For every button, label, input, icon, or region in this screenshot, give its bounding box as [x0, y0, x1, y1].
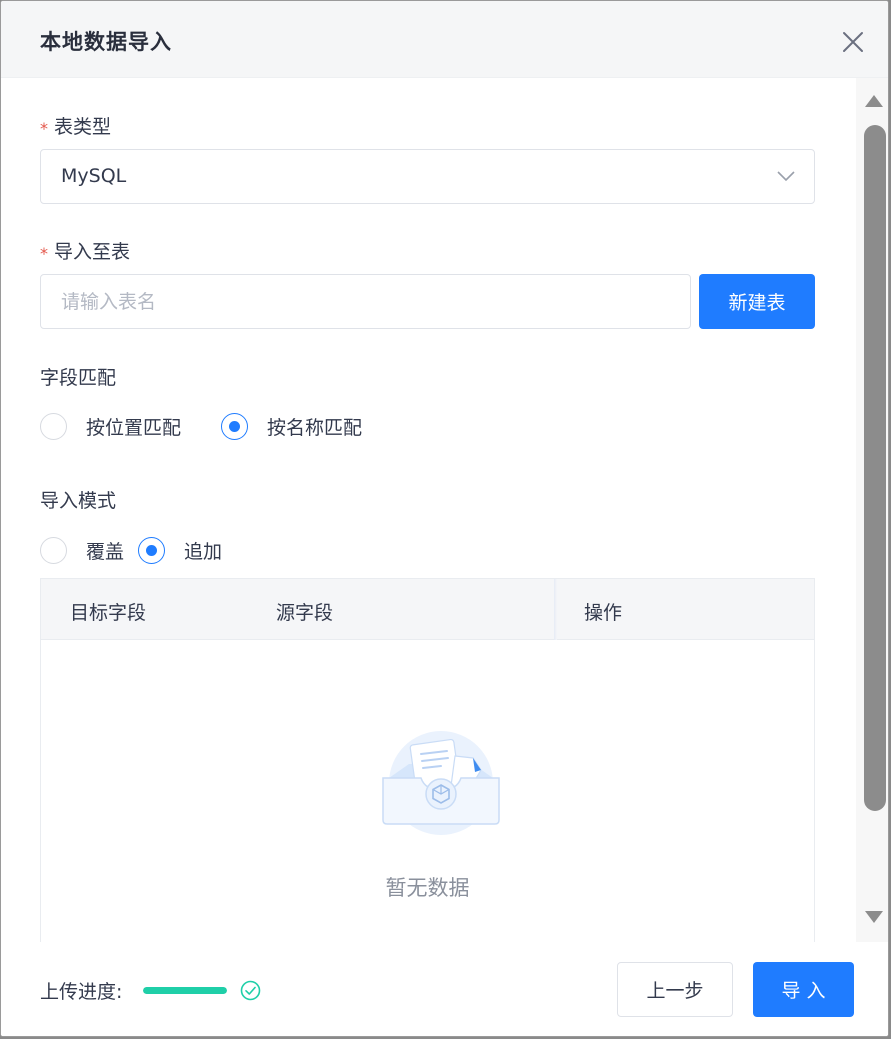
column-header-source-field: 源字段	[276, 602, 334, 624]
dialog-title: 本地数据导入	[40, 30, 172, 54]
radio-label: 覆盖	[86, 540, 125, 563]
check-circle-icon	[240, 980, 261, 1001]
radio-circle	[40, 536, 67, 564]
field-match-radio-group: 按位置匹配 按名称匹配	[40, 412, 402, 440]
import-mode-label: 导入模式	[40, 490, 117, 512]
chevron-down-icon	[777, 171, 795, 182]
radio-overwrite[interactable]: 覆盖	[40, 536, 125, 564]
field-mapping-table: 目标字段 源字段 操作 暂无数据	[40, 578, 815, 942]
upload-progress-bar	[143, 987, 227, 994]
radio-match-by-name[interactable]: 按名称匹配	[221, 412, 363, 440]
required-mark: *	[40, 119, 48, 138]
scrollbar-thumb[interactable]	[864, 125, 886, 811]
dialog-footer: 上传进度: 上一步 导 入	[1, 942, 888, 1036]
radio-label: 按名称匹配	[267, 416, 363, 439]
dialog-body: * 表类型 MySQL * 导入至表 新建表 字段匹配 按位置匹配 按名称匹配 导入…	[1, 78, 856, 942]
table-name-input[interactable]	[40, 274, 691, 329]
radio-circle	[138, 536, 166, 564]
import-mode-radio-group: 覆盖 追加	[40, 536, 262, 564]
radio-circle	[221, 412, 249, 440]
upload-progress-fill	[143, 987, 227, 994]
radio-match-by-position[interactable]: 按位置匹配	[40, 412, 182, 440]
radio-circle	[40, 412, 67, 440]
table-header: 目标字段 源字段 操作	[41, 578, 814, 640]
scroll-down-arrow-icon[interactable]	[865, 911, 883, 923]
close-icon[interactable]	[841, 30, 865, 54]
column-header-actions: 操作	[584, 602, 623, 624]
required-mark: *	[40, 244, 48, 263]
empty-state-text: 暂无数据	[385, 876, 470, 900]
table-type-value: MySQL	[61, 165, 127, 187]
column-divider	[554, 579, 557, 640]
empty-box-icon	[382, 731, 500, 835]
vertical-scrollbar[interactable]	[856, 78, 888, 942]
table-type-label-text: 表类型	[54, 116, 112, 138]
upload-progress-label: 上传进度:	[40, 981, 123, 1003]
new-table-button[interactable]: 新建表	[699, 274, 815, 329]
field-match-label: 字段匹配	[40, 367, 117, 389]
import-button[interactable]: 导 入	[753, 962, 854, 1017]
radio-label: 按位置匹配	[86, 416, 182, 439]
table-type-select[interactable]: MySQL	[40, 149, 815, 204]
import-dialog: 本地数据导入 * 表类型 MySQL * 导入至表 新建表 字段匹配 按位置匹配	[0, 0, 889, 1037]
radio-append[interactable]: 追加	[138, 536, 223, 564]
dialog-header: 本地数据导入	[1, 1, 888, 78]
target-table-label: * 导入至表	[40, 237, 130, 264]
target-table-label-text: 导入至表	[54, 241, 131, 263]
column-header-target-field: 目标字段	[70, 602, 147, 624]
previous-step-button[interactable]: 上一步	[617, 962, 733, 1017]
table-type-label: * 表类型	[40, 112, 111, 139]
scroll-up-arrow-icon[interactable]	[865, 95, 883, 107]
radio-label: 追加	[184, 540, 223, 563]
